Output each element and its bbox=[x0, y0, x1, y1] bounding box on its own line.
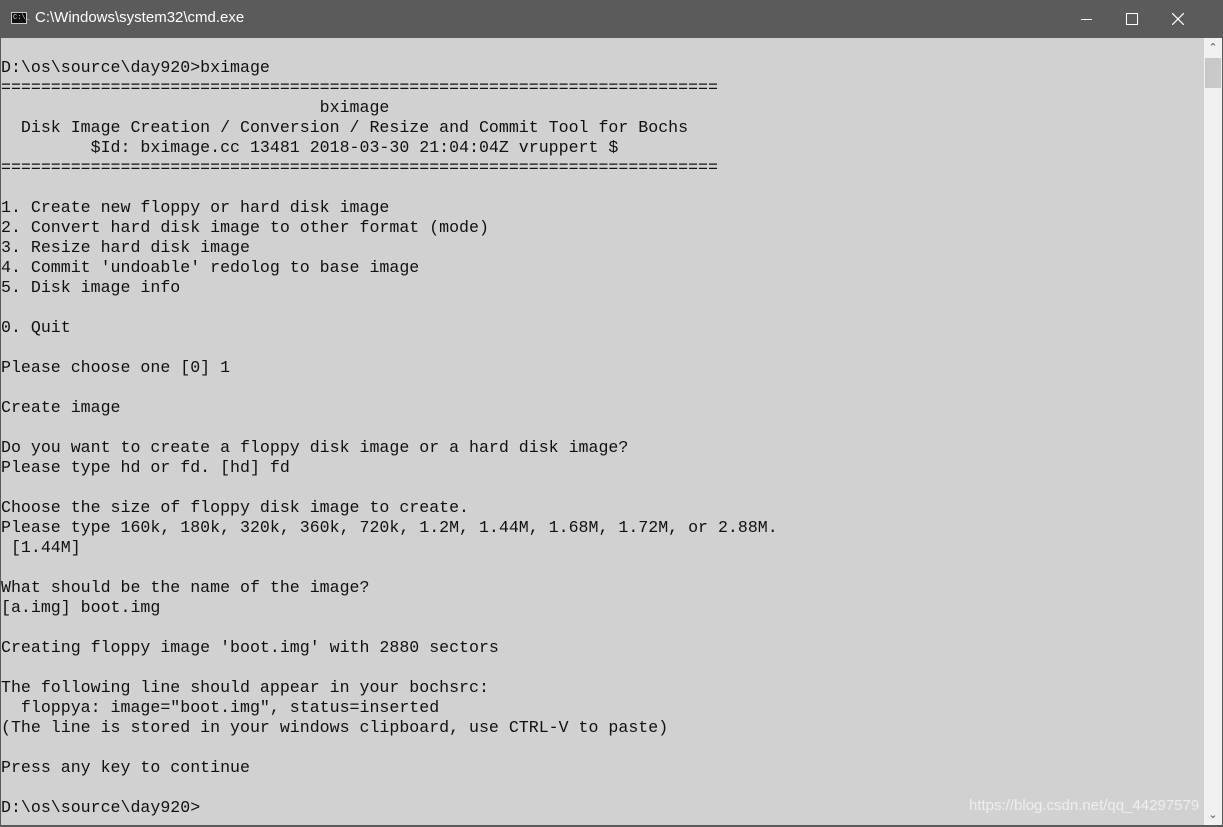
console-line: 4. Commit 'undoable' redolog to base ima… bbox=[1, 258, 420, 277]
window-title: C:\Windows\system32\cmd.exe bbox=[35, 9, 245, 26]
console-line: bximage bbox=[1, 98, 390, 117]
scroll-up-icon[interactable]: ⌃ bbox=[1207, 42, 1219, 54]
console-line: Please type 160k, 180k, 320k, 360k, 720k… bbox=[1, 518, 778, 537]
watermark: https://blog.csdn.net/qq_44297579 bbox=[969, 797, 1200, 814]
console-line: ========================================… bbox=[1, 158, 718, 177]
console-line: D:\os\source\day920>bximage bbox=[1, 58, 270, 77]
console-line: 3. Resize hard disk image bbox=[1, 238, 250, 257]
scroll-thumb[interactable] bbox=[1205, 58, 1221, 88]
console-line: floppya: image="boot.img", status=insert… bbox=[1, 698, 440, 717]
console-line: The following line should appear in your… bbox=[1, 678, 489, 697]
console-line: ========================================… bbox=[1, 78, 718, 97]
scroll-down-icon[interactable]: ⌄ bbox=[1207, 809, 1219, 821]
console-line: [1.44M] bbox=[1, 538, 81, 557]
console-line: 1. Create new floppy or hard disk image bbox=[1, 198, 390, 217]
console-line: Please type hd or fd. [hd] fd bbox=[1, 458, 290, 477]
maximize-icon bbox=[1126, 13, 1138, 25]
minimize-icon bbox=[1080, 18, 1092, 20]
console-line: D:\os\source\day920> bbox=[1, 798, 201, 817]
console-line: Press any key to continue bbox=[1, 758, 250, 777]
vertical-scrollbar[interactable]: ⌃ ⌄ bbox=[1204, 38, 1222, 825]
maximize-button[interactable] bbox=[1109, 0, 1155, 38]
console-line: Disk Image Creation / Conversion / Resiz… bbox=[1, 118, 689, 137]
console-line: What should be the name of the image? bbox=[1, 578, 370, 597]
console-line: 0. Quit bbox=[1, 318, 71, 337]
console-line: Create image bbox=[1, 398, 121, 417]
console-line: Choose the size of floppy disk image to … bbox=[1, 498, 470, 517]
console-line: Please choose one [0] 1 bbox=[1, 358, 231, 377]
console-line: 5. Disk image info bbox=[1, 278, 181, 297]
cmd-icon: C:\_ bbox=[11, 12, 30, 24]
console-line: Creating floppy image 'boot.img' with 28… bbox=[1, 638, 499, 657]
console-area[interactable]: D:\os\source\day920>bximage =============… bbox=[1, 38, 1204, 825]
close-button[interactable] bbox=[1155, 0, 1201, 38]
title-bar[interactable]: C:\_ C:\Windows\system32\cmd.exe bbox=[0, 0, 1223, 38]
console-line: $Id: bximage.cc 13481 2018-03-30 21:04:0… bbox=[1, 138, 619, 157]
close-icon bbox=[1172, 13, 1184, 25]
console-line: [a.img] boot.img bbox=[1, 598, 161, 617]
console-line: 2. Convert hard disk image to other form… bbox=[1, 218, 489, 237]
console-line: (The line is stored in your windows clip… bbox=[1, 718, 669, 737]
minimize-button[interactable] bbox=[1063, 0, 1109, 38]
console-output: D:\os\source\day920>bximage =============… bbox=[1, 58, 778, 818]
console-line: Do you want to create a floppy disk imag… bbox=[1, 438, 629, 457]
